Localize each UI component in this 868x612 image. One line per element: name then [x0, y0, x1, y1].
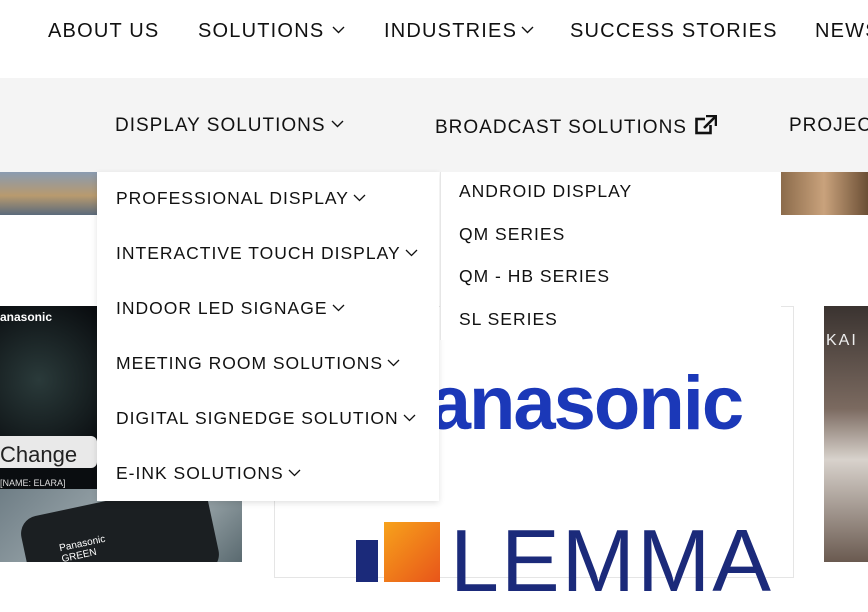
- left-image-small-caption: [NAME: ELARA]: [0, 478, 66, 488]
- subnav-display-solutions-label: DISPLAY SOLUTIONS: [115, 115, 326, 136]
- hero-image-strip-right: [780, 172, 868, 215]
- nav-news[interactable]: NEWS: [815, 20, 868, 43]
- nav-industries[interactable]: INDUSTRIES: [384, 20, 534, 43]
- subnav-broadcast-solutions-label: BROADCAST SOLUTIONS: [435, 117, 687, 138]
- chevron-down-icon: [405, 249, 418, 257]
- menu-item-professional-display[interactable]: PROFESSIONAL DISPLAY: [116, 188, 366, 209]
- chevron-down-icon: [387, 359, 400, 367]
- nav-success-stories[interactable]: SUCCESS STORIES: [570, 20, 778, 43]
- chevron-down-icon: [288, 469, 301, 477]
- nav-industries-label: INDUSTRIES: [384, 20, 518, 42]
- subnav-projects[interactable]: PROJECTS: [789, 115, 868, 137]
- professional-display-submenu: ANDROID DISPLAY QM SERIES QM - HB SERIES…: [440, 172, 781, 340]
- menu-item-label: DIGITAL SIGNEDGE SOLUTION: [116, 408, 399, 428]
- menu-item-label: INTERACTIVE TOUCH DISPLAY: [116, 243, 401, 263]
- product-image-right: KAI: [824, 306, 868, 562]
- nav-about-us-label: ABOUT US: [48, 20, 160, 42]
- menu-item-meeting-room-solutions[interactable]: MEETING ROOM SOLUTIONS: [116, 353, 400, 374]
- left-image-brand: anasonic: [0, 310, 53, 324]
- menu-item-digital-signedge-solution[interactable]: DIGITAL SIGNEDGE SOLUTION: [116, 408, 416, 429]
- menu-item-label: E-INK SOLUTIONS: [116, 463, 284, 483]
- submenu-item-android-display[interactable]: ANDROID DISPLAY: [459, 181, 632, 202]
- nav-solutions-label: SOLUTIONS: [198, 20, 325, 42]
- nav-success-stories-label: SUCCESS STORIES: [570, 20, 778, 42]
- chevron-down-icon: [332, 26, 345, 34]
- top-nav: ABOUT US SOLUTIONS INDUSTRIES SUCCESS ST…: [0, 0, 868, 74]
- submenu-item-qm-hb-series[interactable]: QM - HB SERIES: [459, 266, 610, 287]
- right-image-brand: KAI: [826, 332, 858, 349]
- left-image-caption: Change: [0, 442, 78, 467]
- subnav-projects-label: PROJECTS: [789, 115, 868, 136]
- nav-solutions[interactable]: SOLUTIONS: [198, 20, 345, 43]
- hero-image-strip-left: [0, 172, 97, 215]
- chevron-down-icon: [353, 194, 366, 202]
- subnav-display-solutions[interactable]: DISPLAY SOLUTIONS: [115, 115, 344, 137]
- submenu-item-sl-series[interactable]: SL SERIES: [459, 309, 558, 330]
- chevron-down-icon: [403, 414, 416, 422]
- nav-news-label: NEWS: [815, 20, 868, 42]
- display-solutions-menu: PROFESSIONAL DISPLAY INTERACTIVE TOUCH D…: [97, 172, 439, 501]
- menu-item-indoor-led-signage[interactable]: INDOOR LED SIGNAGE: [116, 298, 345, 319]
- menu-item-label: PROFESSIONAL DISPLAY: [116, 188, 349, 208]
- submenu-item-qm-series[interactable]: QM SERIES: [459, 224, 565, 245]
- menu-item-label: MEETING ROOM SOLUTIONS: [116, 353, 384, 373]
- lemma-logo: LEMMA: [450, 511, 773, 610]
- menu-item-e-ink-solutions[interactable]: E-INK SOLUTIONS: [116, 463, 301, 484]
- chevron-down-icon: [521, 26, 534, 34]
- chevron-down-icon: [331, 120, 344, 128]
- subnav-broadcast-solutions[interactable]: BROADCAST SOLUTIONS: [435, 114, 718, 141]
- lemma-logo-mark: [356, 522, 442, 582]
- chevron-down-icon: [332, 304, 345, 312]
- sub-nav: DISPLAY SOLUTIONS BROADCAST SOLUTIONS PR…: [0, 78, 868, 172]
- menu-item-interactive-touch-display[interactable]: INTERACTIVE TOUCH DISPLAY: [116, 243, 418, 264]
- external-link-icon: [695, 114, 718, 141]
- nav-about-us[interactable]: ABOUT US: [48, 20, 159, 43]
- menu-item-label: INDOOR LED SIGNAGE: [116, 298, 328, 318]
